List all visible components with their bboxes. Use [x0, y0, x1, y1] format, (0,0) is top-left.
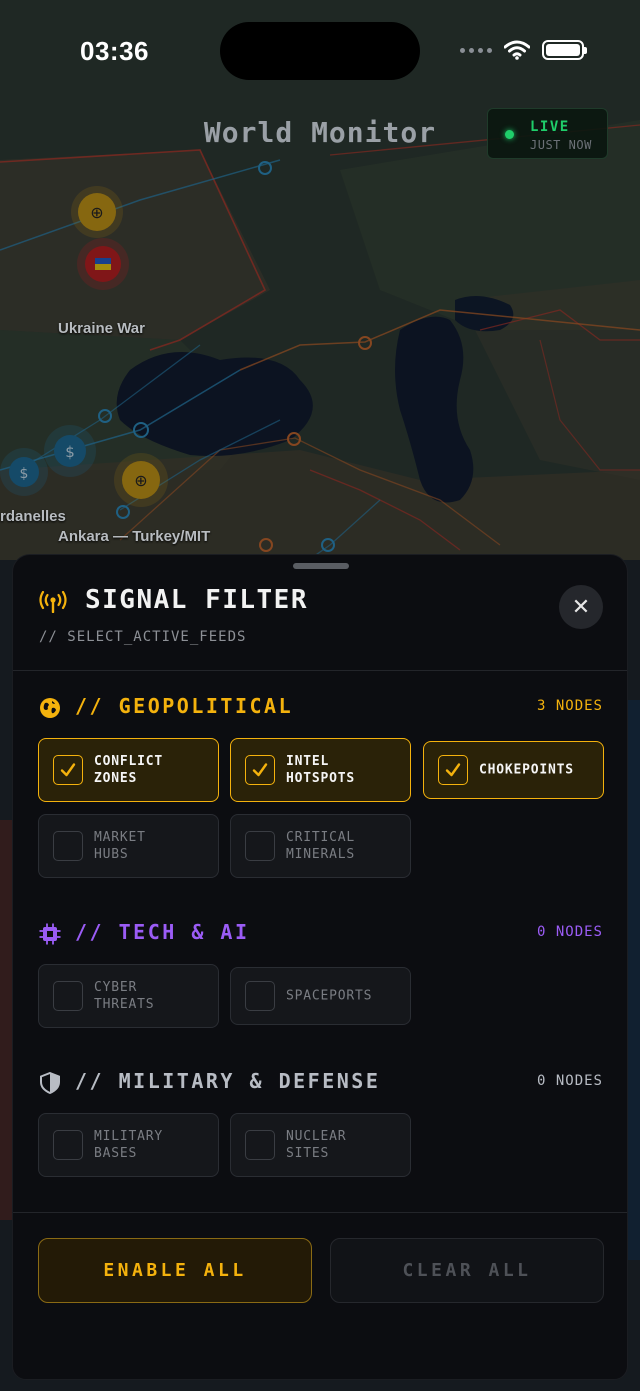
map-label-ukraine-war[interactable]: Ukraine War: [58, 320, 145, 337]
antenna-signal-icon: [39, 591, 67, 613]
cpu-chip-icon: [39, 923, 61, 945]
checkbox-checked[interactable]: [53, 755, 83, 785]
map-label-dardanelles[interactable]: rdanelles: [0, 508, 66, 525]
filter-nuclear-sites[interactable]: NUCLEAR SITES: [230, 1113, 411, 1177]
checkbox-unchecked[interactable]: [245, 1130, 275, 1160]
filter-conflict-zones[interactable]: CONFLICT ZONES: [38, 738, 219, 802]
checkbox-unchecked[interactable]: [245, 831, 275, 861]
checkmark-icon: [60, 763, 76, 777]
live-last-updated: JUST NOW: [530, 138, 592, 152]
map-label-ankara[interactable]: Ankara — Turkey/MIT: [58, 528, 210, 545]
filter-label: CHOKEPOINTS: [479, 762, 574, 778]
filter-label: SPACEPORTS: [286, 988, 373, 1004]
filter-spaceports[interactable]: SPACEPORTS: [230, 967, 411, 1025]
section-tech-ai-count: 0 NODES: [536, 924, 603, 940]
section-military-header: // MILITARY & DEFENSE 0 NODES: [39, 1069, 603, 1099]
sheet-grabber[interactable]: [293, 563, 349, 569]
footer-divider: [13, 1212, 627, 1213]
section-military-count: 0 NODES: [536, 1073, 603, 1089]
live-label: LIVE: [530, 119, 570, 135]
wifi-icon: [504, 40, 530, 60]
filter-label: INTEL HOTSPOTS: [286, 754, 356, 786]
close-icon: ✕: [571, 594, 591, 620]
section-military-title: // MILITARY & DEFENSE: [75, 1069, 381, 1093]
header-divider: [13, 670, 627, 671]
close-button[interactable]: ✕: [559, 585, 603, 629]
checkbox-unchecked[interactable]: [53, 831, 83, 861]
sheet-subtitle: // SELECT_ACTIVE_FEEDS: [39, 629, 247, 645]
signal-filter-sheet: SIGNAL FILTER // SELECT_ACTIVE_FEEDS ✕ /…: [12, 554, 628, 1380]
section-geopolitical-header: // GEOPOLITICAL 3 NODES: [39, 694, 603, 724]
filter-critical-minerals[interactable]: CRITICAL MINERALS: [230, 814, 411, 878]
filter-market-hubs[interactable]: MARKET HUBS: [38, 814, 219, 878]
filter-label: MARKET HUBS: [94, 830, 146, 862]
filter-chokepoints[interactable]: CHOKEPOINTS: [423, 741, 604, 799]
checkbox-checked[interactable]: [245, 755, 275, 785]
clear-all-button[interactable]: CLEAR ALL: [330, 1238, 604, 1303]
live-status-badge[interactable]: LIVE JUST NOW: [487, 108, 608, 159]
checkmark-icon: [252, 763, 268, 777]
status-bar: 03:36: [0, 0, 640, 100]
filter-intel-hotspots[interactable]: INTEL HOTSPOTS: [230, 738, 411, 802]
status-clock: 03:36: [80, 36, 149, 66]
live-dot-icon: [505, 130, 514, 139]
battery-icon: [542, 40, 587, 60]
checkbox-unchecked[interactable]: [245, 981, 275, 1011]
section-tech-ai-title: // TECH & AI: [75, 920, 250, 944]
filter-label: NUCLEAR SITES: [286, 1129, 347, 1161]
cellular-signal-icon: [460, 47, 492, 53]
filter-label: CRITICAL MINERALS: [286, 830, 356, 862]
section-tech-ai-header: // TECH & AI 0 NODES: [39, 920, 603, 950]
filter-military-bases[interactable]: MILITARY BASES: [38, 1113, 219, 1177]
checkbox-unchecked[interactable]: [53, 1130, 83, 1160]
status-icons: [460, 40, 587, 60]
dynamic-island: [220, 22, 420, 80]
sheet-title: SIGNAL FILTER: [85, 585, 308, 615]
globe-icon: [40, 698, 60, 718]
shield-icon: [40, 1072, 60, 1094]
checkbox-checked[interactable]: [438, 755, 468, 785]
checkmark-icon: [445, 763, 461, 777]
section-geopolitical-title: // GEOPOLITICAL: [75, 694, 294, 718]
section-geopolitical-count: 3 NODES: [536, 698, 603, 714]
filter-label: MILITARY BASES: [94, 1129, 164, 1161]
enable-all-button[interactable]: ENABLE ALL: [38, 1238, 312, 1303]
filter-label: CONFLICT ZONES: [94, 754, 164, 786]
filter-cyber-threats[interactable]: CYBER THREATS: [38, 964, 219, 1028]
filter-label: CYBER THREATS: [94, 980, 155, 1012]
checkbox-unchecked[interactable]: [53, 981, 83, 1011]
